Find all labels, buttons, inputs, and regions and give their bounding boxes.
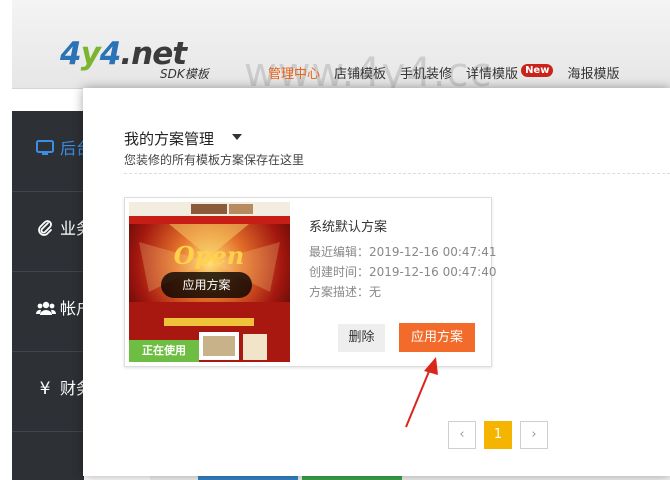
users-icon-svg — [35, 301, 57, 315]
plan-created-value: 2019-12-16 00:47:40 — [369, 265, 497, 279]
nav-item-label: 详情模版 — [466, 66, 519, 82]
plan-management-dialog: 我的方案管理 您装修的所有模板方案保存在这里 Open 应用方案 正在使用 系统… — [83, 88, 670, 476]
logo-subtitle: SDK模板 — [160, 67, 209, 81]
pagination: ‹ 1 › — [448, 421, 556, 449]
dialog-title[interactable]: 我的方案管理 — [124, 128, 214, 149]
page-number-button[interactable]: 1 — [484, 421, 512, 449]
yen-icon: ¥ — [39, 379, 51, 399]
nav-item-admin-center[interactable]: 管理中心 — [268, 63, 320, 82]
sidebar: 后台 业务 帐户 ¥ 财务 — [12, 111, 92, 480]
logo-part: 4 — [60, 36, 82, 72]
delete-button[interactable]: 删除 — [338, 324, 385, 352]
site-logo[interactable]: 4y4.net SDK模板 — [60, 36, 230, 82]
next-page-button[interactable]: › — [520, 421, 548, 449]
divider — [124, 173, 670, 174]
chevron-down-icon[interactable] — [232, 134, 242, 140]
dialog-subtitle: 您装修的所有模板方案保存在这里 — [124, 153, 305, 167]
nav-item-mobile-decoration[interactable]: 手机装修 — [400, 63, 452, 82]
plan-edited-value: 2019-12-16 00:47:41 — [369, 245, 497, 259]
sidebar-item-business[interactable]: 业务 — [12, 191, 92, 272]
nav-item-poster-templates[interactable]: 海报模版 — [567, 63, 619, 82]
sidebar-item-account[interactable]: 帐户 — [12, 271, 92, 352]
plan-desc-value: 无 — [369, 285, 382, 299]
sidebar-item-dashboard[interactable]: 后台 — [12, 111, 92, 192]
prev-page-button[interactable]: ‹ — [448, 421, 476, 449]
in-use-badge: 正在使用 — [129, 340, 199, 362]
logo-part: 4 — [99, 36, 122, 72]
nav-item-store-templates[interactable]: 店铺模板 — [334, 63, 386, 82]
plan-edited-row: 最近编辑：2019-12-16 00:47:41 — [309, 242, 496, 262]
plan-thumbnail[interactable]: Open 应用方案 正在使用 — [129, 202, 290, 362]
plan-desc-label: 方案描述： — [309, 285, 370, 299]
sidebar-item-finance[interactable]: ¥ 财务 — [12, 351, 92, 432]
thumbnail-apply-button[interactable]: 应用方案 — [161, 272, 252, 298]
nav-item-detail-templates[interactable]: 详情模版 New — [466, 63, 554, 82]
page-edge — [0, 0, 12, 480]
new-badge: New — [521, 63, 554, 77]
main-nav: 管理中心 店铺模板 手机装修 详情模版 New 海报模版 — [268, 62, 633, 82]
users-icon — [35, 299, 57, 319]
plan-created-row: 创建时间：2019-12-16 00:47:40 — [309, 262, 496, 282]
plan-info: 系统默认方案 最近编辑：2019-12-16 00:47:41 创建时间：201… — [309, 216, 496, 302]
plan-name: 系统默认方案 — [309, 220, 388, 235]
plan-card: Open 应用方案 正在使用 系统默认方案 最近编辑：2019-12-16 00… — [124, 197, 496, 367]
monitor-icon-svg — [36, 140, 54, 155]
top-header: 4y4.net SDK模板 www.4y4.cc 管理中心 店铺模板 手机装修 … — [12, 0, 670, 96]
logo-part: y — [80, 36, 101, 72]
apply-plan-button[interactable]: 应用方案 — [399, 323, 475, 352]
monitor-icon — [36, 139, 54, 159]
plan-created-label: 创建时间： — [309, 265, 370, 279]
plan-edited-label: 最近编辑： — [309, 245, 370, 259]
paperclip-icon-svg — [38, 220, 52, 236]
plan-desc-row: 方案描述：无 — [309, 282, 496, 302]
thumbnail-word: Open — [174, 241, 244, 270]
paperclip-icon — [36, 219, 54, 239]
